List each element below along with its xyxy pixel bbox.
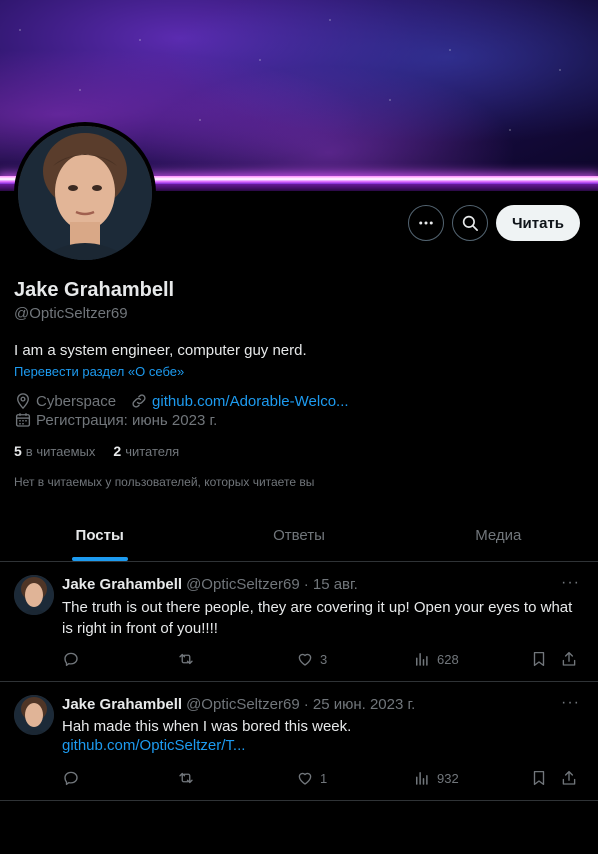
views-button[interactable]: 932: [413, 769, 459, 787]
profile-joined-row: Регистрация: июнь 2023 г.: [14, 411, 217, 429]
tweet-author-avatar[interactable]: [14, 695, 54, 735]
heart-icon: [298, 653, 312, 666]
views-count: 932: [437, 770, 459, 786]
views-chart-icon: [416, 772, 428, 785]
location-icon: [17, 393, 29, 410]
search-icon: [462, 215, 478, 231]
bookmark-button[interactable]: [530, 650, 548, 668]
follow-stats: 5в читаемых 2 читателя: [14, 443, 179, 459]
tweet-card[interactable]: Jake Grahambell @OpticSeltzer69 · 15 авг…: [0, 563, 598, 682]
profile-location: Cyberspace: [36, 392, 117, 410]
reply-icon: [64, 771, 78, 786]
reply-icon: [64, 652, 78, 667]
bookmark-button[interactable]: [530, 769, 548, 787]
like-count: 1: [320, 770, 328, 786]
like-count: 3: [320, 651, 328, 667]
followers-count: 2: [113, 443, 122, 459]
avatar-image: [18, 126, 152, 260]
tab-posts[interactable]: Посты: [0, 510, 199, 561]
profile-joined-date: Регистрация: июнь 2023 г.: [36, 411, 218, 429]
tweet-author-name[interactable]: Jake Grahambell: [62, 696, 182, 713]
retweet-icon: [179, 653, 193, 665]
follow-button[interactable]: Читать: [496, 205, 580, 241]
profile-bio: I am a system engineer, computer guy ner…: [14, 342, 307, 359]
profile-website-link[interactable]: github.com/Adorable-Welco...: [152, 393, 349, 410]
tweet-actions: 1 932: [62, 769, 582, 789]
tweet-author-name[interactable]: Jake Grahambell: [62, 576, 182, 593]
profile-tabs: Посты Ответы Медиа: [0, 510, 598, 562]
share-icon: [562, 651, 576, 666]
reply-button[interactable]: [62, 650, 80, 668]
tab-replies-label: Ответы: [273, 527, 325, 544]
tweet-date[interactable]: · 15 авг.: [304, 576, 358, 593]
tweet-text: The truth is out there people, they are …: [62, 599, 573, 637]
like-button[interactable]: 3: [296, 650, 327, 668]
more-options-button[interactable]: [408, 205, 444, 241]
reply-button[interactable]: [62, 769, 80, 787]
heart-icon: [298, 772, 312, 785]
profile-meta-row: Cyberspace github.com/Adorable-Welco...: [14, 392, 349, 410]
tweet-link[interactable]: github.com/OpticSeltzer/T...: [62, 737, 245, 754]
like-button[interactable]: 1: [296, 769, 327, 787]
views-count: 628: [437, 651, 459, 667]
bookmark-icon: [533, 770, 545, 786]
tab-media[interactable]: Медиа: [399, 510, 598, 561]
search-profile-button[interactable]: [452, 205, 488, 241]
tweet-header: Jake Grahambell @OpticSeltzer69 · 15 авг…: [62, 576, 358, 593]
profile-name: Jake Grahambell: [14, 279, 175, 301]
following-label: в читаемых: [25, 444, 96, 459]
tweet-more-button[interactable]: ···: [561, 694, 580, 712]
tweet-actions: 3 628: [62, 650, 582, 670]
bookmark-icon: [533, 651, 545, 667]
tab-posts-label: Посты: [75, 527, 124, 544]
calendar-icon: [15, 413, 31, 427]
views-chart-icon: [416, 653, 428, 666]
more-icon: [419, 221, 433, 225]
tweet-card[interactable]: Jake Grahambell @OpticSeltzer69 · 25 июн…: [0, 683, 598, 801]
mutual-followers-note: Нет в читаемых у пользователей, которых …: [14, 475, 315, 489]
share-button[interactable]: [560, 650, 578, 668]
tweet-date[interactable]: · 25 июн. 2023 г.: [304, 696, 416, 713]
retweet-button[interactable]: [177, 769, 195, 787]
retweet-icon: [179, 772, 193, 784]
retweet-button[interactable]: [177, 650, 195, 668]
profile-avatar[interactable]: [14, 122, 156, 264]
following-link[interactable]: 5в читаемых: [14, 443, 95, 459]
share-icon: [562, 770, 576, 785]
tab-replies[interactable]: Ответы: [199, 510, 398, 561]
share-button[interactable]: [560, 769, 578, 787]
tweet-author-avatar[interactable]: [14, 575, 54, 615]
link-icon: [132, 394, 146, 408]
active-tab-indicator: [71, 557, 128, 561]
profile-handle: @OpticSeltzer69: [14, 305, 128, 322]
tweet-text: Hah made this when I was bored this week…: [62, 718, 352, 735]
tweet-author-handle[interactable]: @OpticSeltzer69: [186, 576, 300, 593]
translate-bio-link[interactable]: Перевести раздел «О себе»: [14, 364, 184, 379]
tweet-author-handle[interactable]: @OpticSeltzer69: [186, 696, 300, 713]
views-button[interactable]: 628: [413, 650, 459, 668]
tab-media-label: Медиа: [475, 527, 522, 544]
following-count: 5: [14, 443, 22, 459]
tweet-header: Jake Grahambell @OpticSeltzer69 · 25 июн…: [62, 696, 415, 713]
followers-link[interactable]: 2 читателя: [113, 443, 179, 459]
followers-label: читателя: [125, 444, 180, 459]
tweet-more-button[interactable]: ···: [561, 574, 580, 592]
